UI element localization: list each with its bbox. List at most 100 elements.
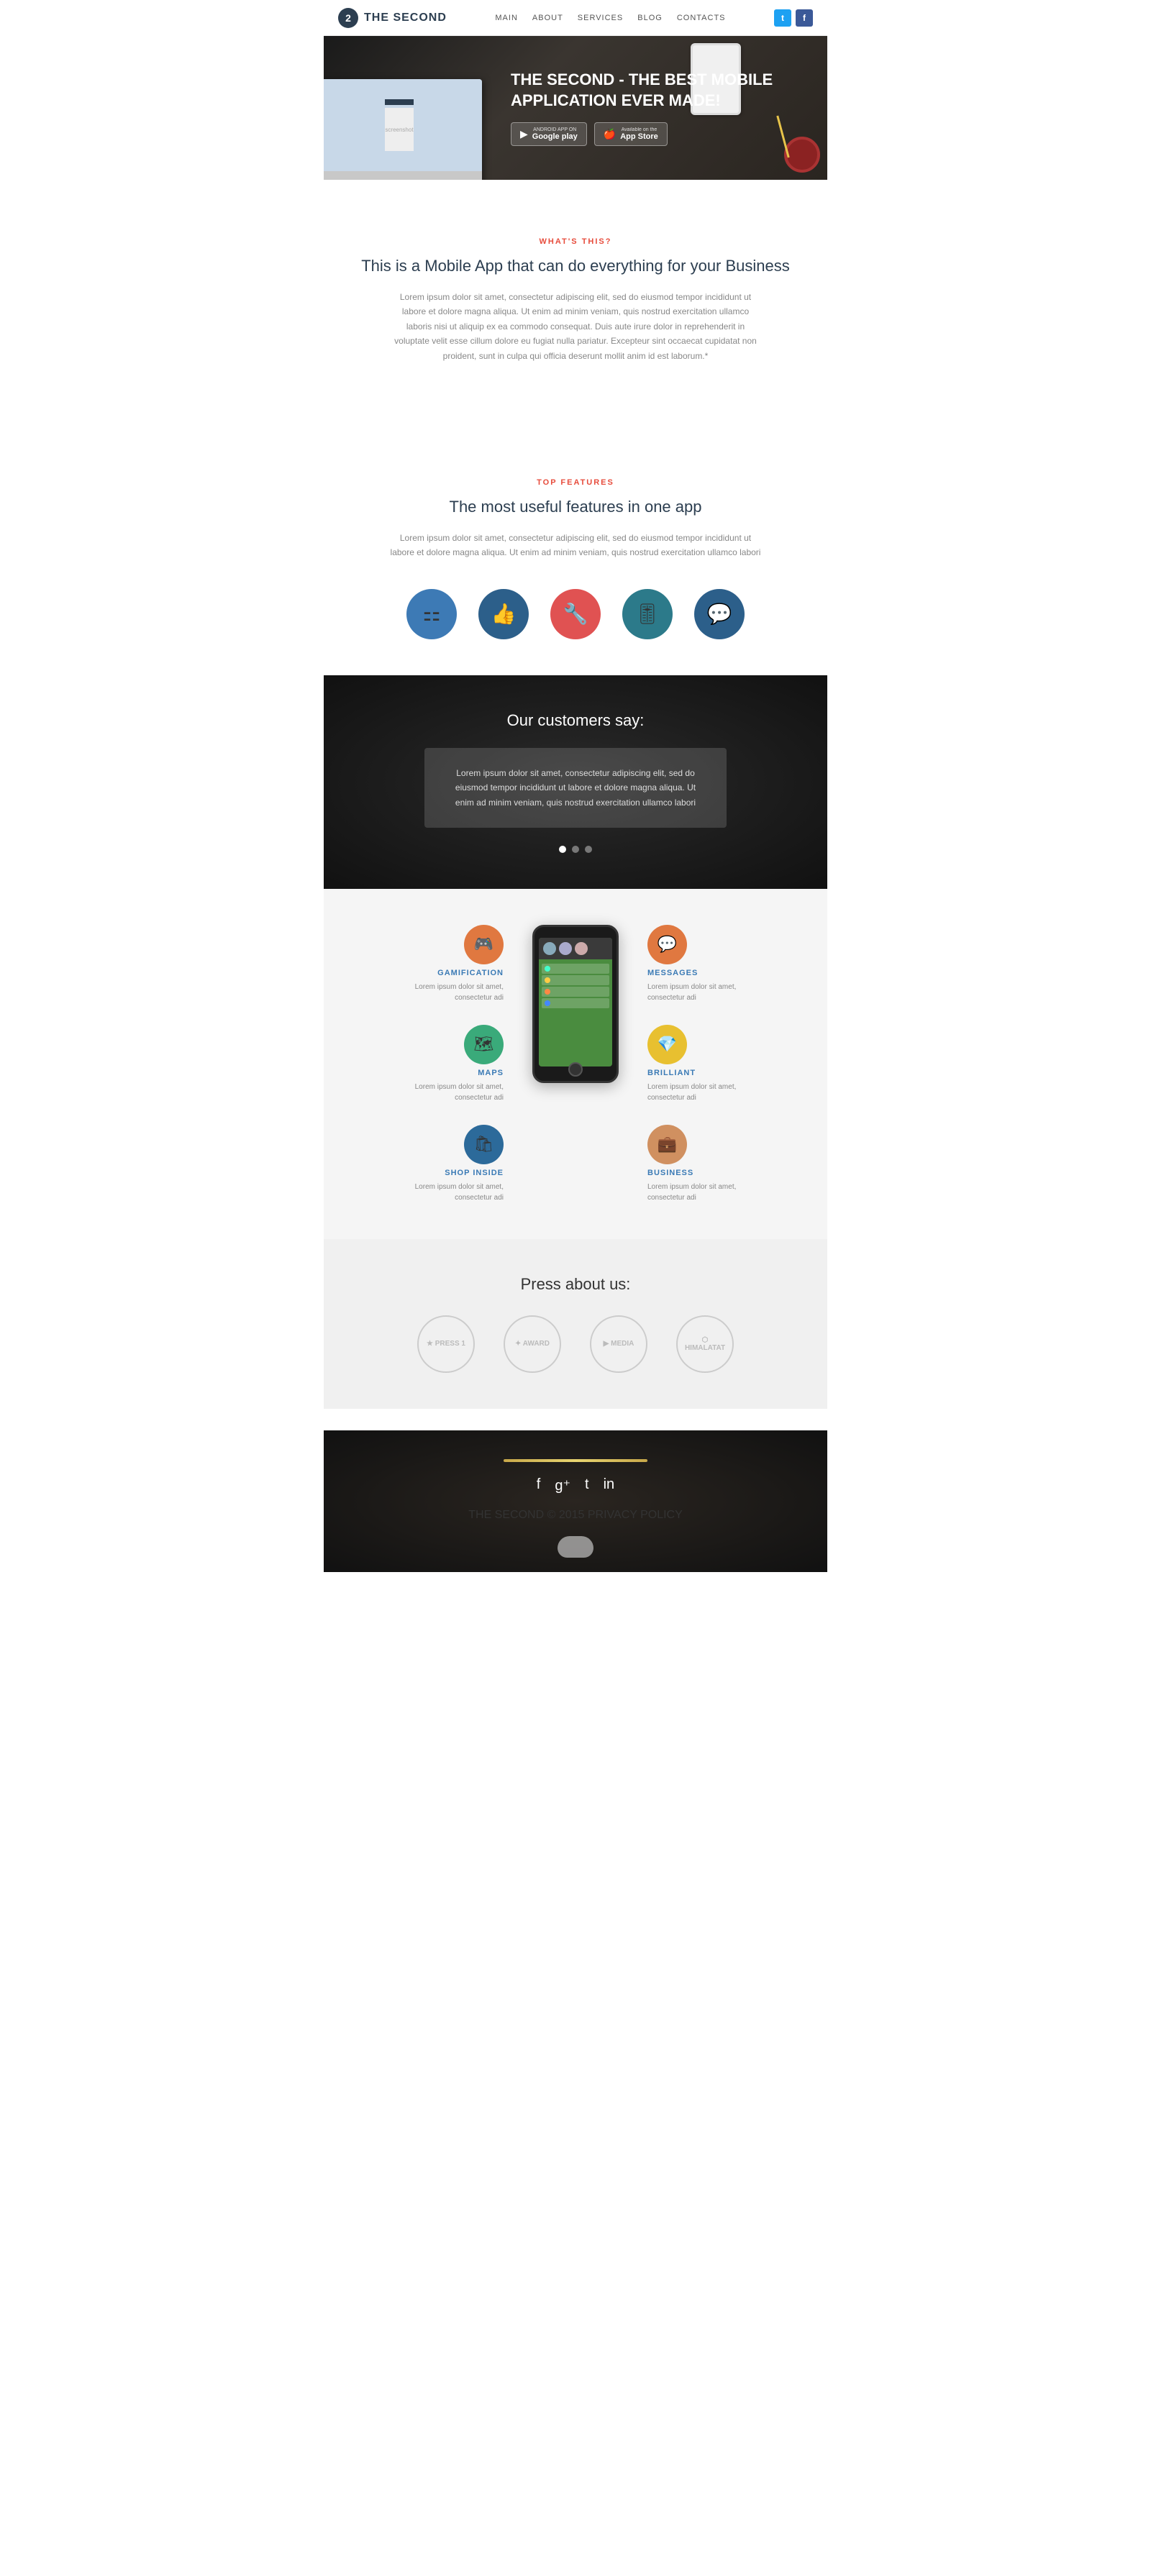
press-logos: ★ PRESS 1 ✦ AWARD ▶ MEDIA ⬡ HIMALATAT [352,1315,799,1373]
press-logo-4: ⬡ HIMALATAT [676,1315,734,1373]
gamification-icon: 🎮 [464,925,504,964]
facebook-icon[interactable]: f [796,9,813,27]
navbar: 2 THE SECOND MAIN ABOUT SERVICES BLOG CO… [324,0,827,36]
hero-buttons: ▶ ANDROID APP ON Google play 🍎 Available… [511,122,813,146]
gamification-feature: 🎮 GAMIFICATION Lorem ipsum dolor sit ame… [352,925,504,1003]
footer: f g⁺ t in THE SECOND © 2015 PRIVACY POLI… [324,1430,827,1572]
phone-avatar-2 [559,942,572,955]
feature-apps-icon[interactable]: ⚏ [406,589,457,639]
app-store-button[interactable]: 🍎 Available on the App Store [594,122,668,146]
thumbsup-symbol: 👍 [491,602,517,626]
dot-2[interactable] [572,846,579,853]
social-links: t f [774,9,813,27]
google-btn-top: ANDROID APP ON [532,127,578,132]
whats-this-tag: WHAT'S THIS? [352,237,799,246]
apple-icon: 🍎 [604,128,616,140]
messages-feature: 💬 MESSAGES Lorem ipsum dolor sit amet, c… [647,925,799,1003]
feature-thumbsup-icon[interactable]: 👍 [478,589,529,639]
phone-row-4 [542,998,609,1008]
twitter-icon[interactable]: t [774,9,791,27]
nav-about[interactable]: ABOUT [532,14,563,22]
brand-title: THE SECOND [364,12,447,24]
footer-facebook-icon[interactable]: f [537,1476,541,1494]
apple-btn-top: Available on the [620,127,658,132]
business-icon: 💼 [647,1125,687,1164]
wrench-symbol: 🔧 [563,602,588,626]
footer-twitter-icon[interactable]: t [585,1476,589,1494]
footer-mouse-decoration [558,1536,593,1558]
nav-blog[interactable]: BLOG [637,14,663,22]
shop-icon: 🛍 [464,1125,504,1164]
press-section: Press about us: ★ PRESS 1 ✦ AWARD ▶ MEDI… [324,1239,827,1409]
shop-feature: 🛍 SHOP INSIDE Lorem ipsum dolor sit amet… [352,1125,504,1203]
google-btn-text: ANDROID APP ON Google play [532,127,578,141]
brand: 2 THE SECOND [338,8,447,28]
maps-title: MAPS [478,1069,504,1077]
feature-chat-icon[interactable]: 💬 [694,589,745,639]
nav-main[interactable]: MAIN [495,14,518,22]
top-features-body: Lorem ipsum dolor sit amet, consectetur … [388,531,763,560]
brilliant-desc: Lorem ipsum dolor sit amet, consectetur … [647,1082,741,1103]
app-features-right: 💬 MESSAGES Lorem ipsum dolor sit amet, c… [647,925,799,1203]
apps-symbol: ⚏ [422,602,440,626]
phone-dot-4 [545,1000,550,1006]
business-desc: Lorem ipsum dolor sit amet, consectetur … [647,1182,741,1203]
chat-symbol: 💬 [707,602,732,626]
press-logo-2: ✦ AWARD [504,1315,561,1373]
top-features-heading: The most useful features in one app [352,498,799,516]
testimonial-dots [352,846,799,853]
logo: 2 [338,8,358,28]
top-features-tag: TOP FEATURES [352,478,799,487]
testimonial-text: Lorem ipsum dolor sit amet, consectetur … [453,766,698,810]
google-play-icon: ▶ [520,128,528,140]
messages-desc: Lorem ipsum dolor sit amet, consectetur … [647,982,741,1003]
google-btn-main: Google play [532,132,578,141]
features-icon-list: ⚏ 👍 🔧 🎚 💬 [352,589,799,639]
maps-feature: 🗺 MAPS Lorem ipsum dolor sit amet, conse… [352,1025,504,1103]
phone-avatar-1 [543,942,556,955]
apple-btn-main: App Store [620,132,658,141]
apple-btn-text: Available on the App Store [620,127,658,141]
feature-wrench-icon[interactable]: 🔧 [550,589,601,639]
phone-screen-header [539,938,612,959]
press-logo-1: ★ PRESS 1 [417,1315,475,1373]
dot-3[interactable] [585,846,592,853]
phone-row-1 [542,964,609,974]
phone-mockup-container [518,925,633,1083]
nav-contacts[interactable]: CONTACTS [677,14,726,22]
phone-home-button[interactable] [568,1062,583,1077]
testimonial-box: Lorem ipsum dolor sit amet, consectetur … [424,748,727,828]
hero-heading: THE SECOND - THE BEST MOBILE APPLICATION… [511,70,813,111]
phone-home-button-wrap [568,1062,583,1077]
phone-dot-2 [545,977,550,983]
brilliant-title: BRILLIANT [647,1069,696,1077]
phone-screen [539,938,612,1067]
footer-privacy[interactable]: PRIVACY POLICY [588,1509,683,1521]
phone-dot-3 [545,989,550,995]
footer-linkedin-icon[interactable]: in [604,1476,615,1494]
brilliant-icon: 💎 [647,1025,687,1064]
business-feature: 💼 BUSINESS Lorem ipsum dolor sit amet, c… [647,1125,799,1203]
footer-googleplus-icon[interactable]: g⁺ [555,1476,570,1494]
footer-copyright-text: THE SECOND © 2015 [468,1509,584,1521]
feature-equalizer-icon[interactable]: 🎚 [622,589,673,639]
top-features-section: TOP FEATURES The most useful features in… [324,442,827,675]
phone-mockup [532,925,619,1083]
app-features-left: 🎮 GAMIFICATION Lorem ipsum dolor sit ame… [352,925,504,1203]
maps-desc: Lorem ipsum dolor sit amet, consectetur … [410,1082,504,1103]
logo-letter: 2 [345,12,351,24]
google-play-button[interactable]: ▶ ANDROID APP ON Google play [511,122,587,146]
nav-links: MAIN ABOUT SERVICES BLOG CONTACTS [495,14,725,22]
phone-row-3 [542,987,609,997]
customers-section: Our customers say: Lorem ipsum dolor sit… [324,675,827,889]
messages-icon: 💬 [647,925,687,964]
whats-this-section: WHAT'S THIS? This is a Mobile App that c… [324,201,827,399]
hero-section: screenshot THE SECOND - THE BEST MOBILE … [324,36,827,180]
dot-1[interactable] [559,846,566,853]
nav-services[interactable]: SERVICES [578,14,623,22]
business-title: BUSINESS [647,1169,693,1177]
whats-this-heading: This is a Mobile App that can do everyth… [352,257,799,275]
customers-heading: Our customers say: [352,711,799,730]
shop-desc: Lorem ipsum dolor sit amet, consectetur … [410,1182,504,1203]
footer-social: f g⁺ t in [338,1476,813,1494]
